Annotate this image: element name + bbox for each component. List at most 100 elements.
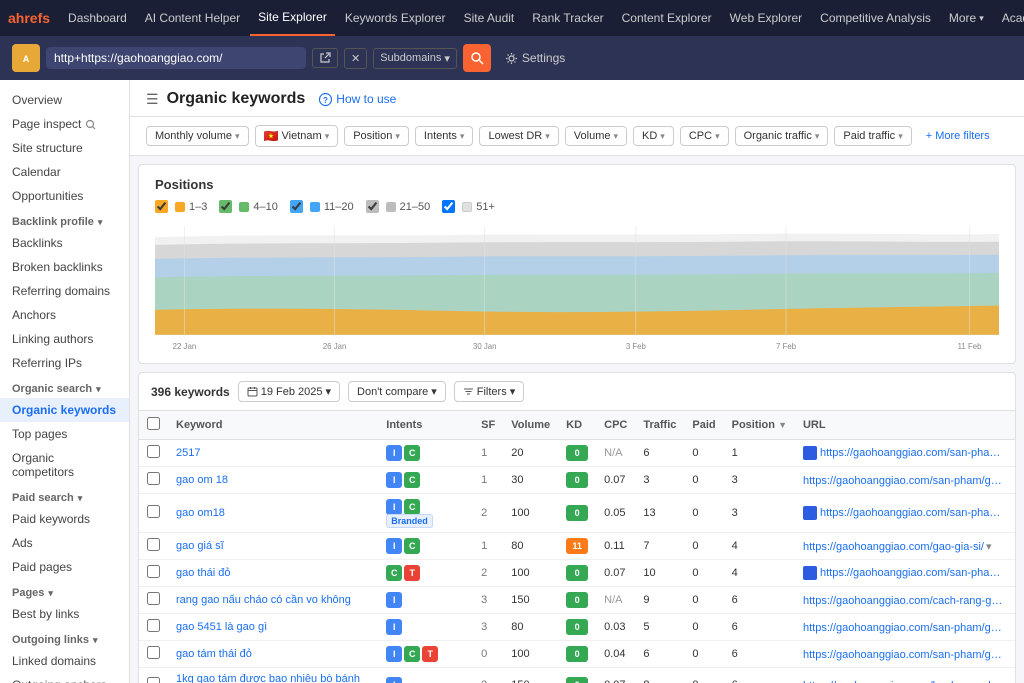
sidebar-item-paid-keywords[interactable]: Paid keywords (0, 507, 129, 531)
sidebar-item-referring-ips[interactable]: Referring IPs (0, 351, 129, 375)
nav-ai-content[interactable]: AI Content Helper (137, 0, 248, 36)
sidebar-item-top-pages[interactable]: Top pages (0, 422, 129, 446)
row-checkbox[interactable] (147, 472, 160, 485)
row-checkbox[interactable] (147, 505, 160, 518)
sidebar-section-paid-search[interactable]: Paid search ▾ (0, 484, 129, 507)
url-dropdown-arrow-icon[interactable]: ▾ (986, 541, 992, 553)
keyword-link[interactable]: gao om18 (176, 507, 225, 519)
intents-filter[interactable]: Intents ▾ (415, 126, 474, 146)
sidebar-item-site-structure[interactable]: Site structure (0, 136, 129, 160)
legend-21-50-checkbox[interactable] (366, 200, 379, 213)
url-link[interactable]: https://gaohoanggiao.com/san-pham/gao-ta… (803, 649, 1015, 661)
row-checkbox[interactable] (147, 619, 160, 632)
kd-column-header[interactable]: KD (558, 411, 596, 440)
position-column-header[interactable]: Position ▼ (724, 411, 795, 440)
url-link[interactable]: https://gaohoanggiao.com/gao-gia-si/ (803, 541, 984, 553)
volume-filter[interactable]: Volume ▾ (565, 126, 627, 146)
external-link-button[interactable] (312, 48, 338, 68)
sidebar-item-paid-pages[interactable]: Paid pages (0, 555, 129, 579)
organic-traffic-filter[interactable]: Organic traffic ▾ (735, 126, 829, 146)
sidebar-item-page-inspect[interactable]: Page inspect (0, 112, 129, 136)
legend-1-3[interactable]: 1–3 (155, 200, 207, 213)
sidebar-item-broken-backlinks[interactable]: Broken backlinks (0, 255, 129, 279)
sidebar-item-linked-domains[interactable]: Linked domains (0, 649, 129, 673)
logo[interactable]: ahrefs (8, 10, 50, 26)
subdomains-dropdown[interactable]: Subdomains ▾ (373, 48, 457, 69)
nav-content-explorer[interactable]: Content Explorer (614, 0, 720, 36)
url-link[interactable]: https://gaohoanggiao.com/san-pham/gao-54… (803, 622, 1015, 634)
url-link[interactable]: https://gaohoanggiao.com/san-pham/gao-om… (820, 507, 1015, 519)
sidebar-section-pages[interactable]: Pages ▾ (0, 579, 129, 602)
intents-column-header[interactable]: Intents (378, 411, 473, 440)
row-checkbox[interactable] (147, 592, 160, 605)
nav-site-explorer[interactable]: Site Explorer (250, 0, 335, 36)
filters-button[interactable]: Filters ▾ (454, 381, 524, 402)
keyword-link[interactable]: gao thái đỏ (176, 567, 230, 579)
sidebar-section-outgoing-links[interactable]: Outgoing links ▾ (0, 626, 129, 649)
country-filter[interactable]: 🇻🇳 Vietnam ▾ (255, 125, 339, 147)
sidebar-item-outgoing-anchors[interactable]: Outgoing anchors (0, 673, 129, 683)
sidebar-item-calendar[interactable]: Calendar (0, 160, 129, 184)
url-column-header[interactable]: URL (795, 411, 1015, 440)
sidebar-item-anchors[interactable]: Anchors (0, 303, 129, 327)
nav-dashboard[interactable]: Dashboard (60, 0, 135, 36)
sidebar-item-opportunities[interactable]: Opportunities (0, 184, 129, 208)
sidebar-section-organic-search[interactable]: Organic search ▾ (0, 375, 129, 398)
paid-column-header[interactable]: Paid (684, 411, 723, 440)
url-link[interactable]: https://gaohoanggiao.com/san-pham/gao-25… (820, 447, 1015, 459)
sidebar-item-best-by-links[interactable]: Best by links (0, 602, 129, 626)
url-input[interactable] (46, 47, 306, 69)
nav-web-explorer[interactable]: Web Explorer (722, 0, 810, 36)
cpc-filter[interactable]: CPC ▾ (680, 126, 729, 146)
traffic-column-header[interactable]: Traffic (635, 411, 684, 440)
clear-url-button[interactable]: ✕ (344, 48, 367, 69)
keyword-link[interactable]: gao om 18 (176, 474, 228, 486)
select-all-checkbox[interactable] (147, 417, 160, 430)
monthly-volume-filter[interactable]: Monthly volume ▾ (146, 126, 249, 146)
keyword-link[interactable]: 1kg gao tám được bao nhiêu bò bánh cuốn (176, 673, 360, 683)
more-filters-button[interactable]: + More filters (918, 127, 998, 145)
paid-traffic-filter[interactable]: Paid traffic ▾ (834, 126, 911, 146)
search-button[interactable] (463, 44, 491, 72)
sidebar-item-backlinks[interactable]: Backlinks (0, 231, 129, 255)
settings-button[interactable]: Settings (497, 48, 573, 68)
nav-keywords-explorer[interactable]: Keywords Explorer (337, 0, 454, 36)
how-to-use-button[interactable]: ? How to use (313, 90, 402, 108)
sidebar-item-organic-keywords[interactable]: Organic keywords (0, 398, 129, 422)
compare-button[interactable]: Don't compare ▾ (348, 381, 446, 402)
kd-filter[interactable]: KD ▾ (633, 126, 674, 146)
sidebar-section-backlink[interactable]: Backlink profile ▾ (0, 208, 129, 231)
keyword-link[interactable]: rang gao nấu cháo có cần vo không (176, 594, 351, 606)
url-link[interactable]: https://gaohoanggiao.com/banh-cuon-lam-t… (803, 680, 1015, 683)
legend-51plus[interactable]: 51+ (442, 200, 495, 213)
nav-academy[interactable]: Academy ↗ (994, 0, 1024, 36)
cpc-column-header[interactable]: CPC (596, 411, 635, 440)
position-filter[interactable]: Position ▾ (344, 126, 409, 146)
row-checkbox[interactable] (147, 677, 160, 683)
sidebar-item-ads[interactable]: Ads (0, 531, 129, 555)
keyword-column-header[interactable]: Keyword (168, 411, 378, 440)
volume-column-header[interactable]: Volume (503, 411, 558, 440)
date-picker-button[interactable]: 19 Feb 2025 ▾ (238, 381, 340, 402)
nav-more[interactable]: More ▾ (941, 0, 992, 36)
nav-site-audit[interactable]: Site Audit (456, 0, 523, 36)
url-link[interactable]: https://gaohoanggiao.com/san-pham/gao-om… (803, 475, 1015, 487)
row-checkbox[interactable] (147, 445, 160, 458)
lowest-dr-filter[interactable]: Lowest DR ▾ (479, 126, 558, 146)
select-all-header[interactable] (139, 411, 168, 440)
url-link[interactable]: https://gaohoanggiao.com/cach-rang-gao-n… (803, 595, 1015, 607)
legend-51plus-checkbox[interactable] (442, 200, 455, 213)
sf-column-header[interactable]: SF (473, 411, 503, 440)
sidebar-item-linking-authors[interactable]: Linking authors (0, 327, 129, 351)
menu-icon[interactable]: ☰ (146, 91, 159, 108)
url-link[interactable]: https://gaohoanggiao.com/san-pham/gao-ta… (820, 567, 1015, 579)
legend-11-20-checkbox[interactable] (290, 200, 303, 213)
legend-4-10-checkbox[interactable] (219, 200, 232, 213)
nav-competitive-analysis[interactable]: Competitive Analysis (812, 0, 939, 36)
legend-4-10[interactable]: 4–10 (219, 200, 277, 213)
keyword-link[interactable]: 2517 (176, 447, 200, 459)
legend-1-3-checkbox[interactable] (155, 200, 168, 213)
legend-11-20[interactable]: 11–20 (290, 200, 354, 213)
sidebar-item-referring-domains[interactable]: Referring domains (0, 279, 129, 303)
row-checkbox[interactable] (147, 646, 160, 659)
